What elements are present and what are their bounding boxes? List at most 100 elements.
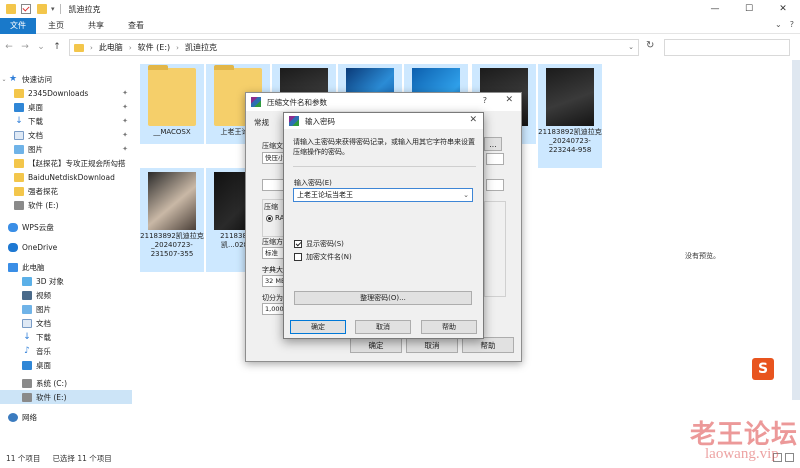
ribbon-tabs: 文件 主页 共享 查看 ⌄ ? (0, 17, 800, 34)
address-bar[interactable]: › 此电脑 › 软件 (E:) › 凯迪拉克 ⌄ (69, 39, 639, 56)
nav-item-documents[interactable]: 文档 ✦ (0, 128, 132, 142)
up-arrow-icon[interactable]: ↑ (50, 42, 64, 52)
file-item[interactable]: 21183892凯迪拉克_20240723-223244-958 (538, 64, 602, 168)
password-label: 输入密码(E) (294, 179, 332, 187)
nav-item-drive-e-quick[interactable]: 软件 (E:) (0, 198, 132, 212)
tab-home[interactable]: 主页 (36, 18, 76, 34)
preview-scrollbar[interactable] (792, 60, 800, 400)
minimize-button[interactable]: — (698, 0, 732, 18)
window-title: 凯迪拉克 (68, 4, 101, 14)
nav-item-drive-e[interactable]: 软件 (E:) (0, 390, 132, 404)
pin-icon: ✦ (122, 145, 128, 153)
nav-item-drive-c[interactable]: 系统 (C:) (0, 376, 132, 390)
chevron-down-icon[interactable]: ⌄ (0, 76, 8, 83)
tab-file[interactable]: 文件 (0, 17, 36, 34)
desktop-icon (14, 102, 24, 112)
new-folder-icon[interactable] (37, 4, 47, 14)
recent-locations-icon[interactable]: ⌄ (34, 42, 48, 52)
help-button[interactable]: 帮助 (421, 320, 477, 334)
quick-access-toolbar-dropdown-icon[interactable]: ▾ (51, 5, 55, 13)
refresh-icon[interactable]: ↻ (646, 40, 654, 51)
help-icon[interactable]: ? (483, 96, 487, 105)
nav-item-onedrive[interactable]: OneDrive (0, 240, 132, 254)
download-icon: ↓ (23, 331, 31, 342)
encrypt-filenames-label[interactable]: 加密文件名(N) (306, 252, 352, 262)
video-thumbnail (546, 68, 594, 126)
encrypt-filenames-checkbox[interactable] (294, 253, 302, 261)
organize-passwords-button[interactable]: 整理密码(O)... (294, 291, 472, 305)
pin-icon: ✦ (122, 117, 128, 125)
pin-icon: ✦ (122, 103, 128, 111)
nav-item-videos[interactable]: 视频 (0, 288, 132, 302)
expand-ribbon-icon[interactable]: ⌄ (775, 20, 782, 29)
nav-item-pc-pictures[interactable]: 图片 (0, 302, 132, 316)
nav-item-pc-desktop[interactable]: 桌面 (0, 358, 132, 372)
file-item[interactable]: __MACOSX (140, 64, 204, 144)
show-password-checkbox[interactable] (294, 240, 302, 248)
close-icon[interactable]: ✕ (469, 115, 477, 125)
tab-view[interactable]: 查看 (116, 18, 156, 34)
close-icon[interactable]: ✕ (505, 95, 513, 105)
nav-item-recent-2[interactable]: BaiduNetdiskDownload (0, 170, 132, 184)
nav-item-pictures[interactable]: 图片 ✦ (0, 142, 132, 156)
ok-button[interactable]: 确定 (350, 337, 402, 353)
dialog-title: 压缩文件名和参数 (267, 97, 327, 107)
drive-icon (22, 378, 32, 388)
cancel-button[interactable]: 取消 (406, 337, 458, 353)
nav-item-network[interactable]: 网络 (0, 410, 132, 424)
nav-item-downloads[interactable]: ↓ 下载 ✦ (0, 114, 132, 128)
breadcrumb-drive-e[interactable]: 软件 (E:) (138, 42, 171, 53)
drive-icon (22, 392, 32, 402)
split-volume-field[interactable]: 1,000 (262, 303, 284, 315)
help-button[interactable]: 帮助 (462, 337, 514, 353)
network-icon (8, 412, 18, 422)
nav-item-desktop[interactable]: 桌面 ✦ (0, 100, 132, 114)
nav-item-music[interactable]: ♪ 音乐 (0, 344, 132, 358)
search-input[interactable] (664, 39, 790, 56)
password-input[interactable]: 上老王论坛当老王 ⌄ (293, 188, 473, 202)
breadcrumb-folder[interactable]: 凯迪拉克 (185, 42, 217, 53)
file-item[interactable]: 21183892凯迪拉克_20240723-231507-355 (140, 168, 204, 272)
format-dropdown[interactable] (262, 179, 284, 191)
nav-item-recent-1[interactable]: 【赵探花】专攻正规会所勾搭 (0, 156, 132, 170)
ok-button[interactable]: 确定 (290, 320, 346, 334)
breadcrumb-this-pc[interactable]: 此电脑 (99, 42, 123, 53)
folder-icon (6, 4, 16, 14)
help-icon[interactable]: ? (790, 20, 794, 29)
forward-arrow-icon[interactable]: → (18, 42, 32, 52)
large-icons-view-icon[interactable] (785, 453, 794, 462)
nav-item-2345downloads[interactable]: 2345Downloads ✦ (0, 86, 132, 100)
sogou-ime-icon[interactable]: S (752, 358, 774, 380)
maximize-button[interactable]: ☐ (732, 0, 766, 18)
cancel-button[interactable]: 取消 (355, 320, 411, 334)
show-password-label[interactable]: 显示密码(S) (306, 239, 344, 249)
download-icon: ↓ (15, 115, 23, 126)
nav-item-this-pc[interactable]: 此电脑 (0, 260, 132, 274)
nav-item-wps[interactable]: WPS云盘 (0, 220, 132, 234)
tab-share[interactable]: 共享 (76, 18, 116, 34)
options-dropdown[interactable] (486, 179, 504, 191)
nav-quick-access[interactable]: ⌄ ★ 快速访问 (0, 72, 132, 86)
archive-name-field[interactable]: 快压小 (262, 152, 284, 164)
browse-button[interactable]: ... (484, 137, 502, 151)
picture-icon (14, 144, 24, 154)
close-button[interactable]: ✕ (766, 0, 800, 18)
back-arrow-icon[interactable]: ← (2, 42, 16, 52)
nav-item-pc-documents[interactable]: 文档 (0, 316, 132, 330)
nav-item-pc-downloads[interactable]: ↓ 下载 (0, 330, 132, 344)
status-bar: 11 个项目 已选择 11 个项目 (0, 448, 800, 468)
chevron-down-icon[interactable]: ⌄ (463, 189, 469, 201)
dictionary-size-dropdown[interactable]: 32 MB (262, 275, 284, 287)
properties-icon[interactable] (21, 4, 31, 14)
selection-count: 已选择 11 个项目 (52, 453, 112, 463)
dialog-title: 输入密码 (305, 116, 335, 126)
nav-item-recent-3[interactable]: 强者探花 (0, 184, 132, 198)
update-mode-dropdown[interactable] (486, 153, 504, 165)
nav-item-3d[interactable]: 3D 对象 (0, 274, 132, 288)
item-count: 11 个项目 (6, 453, 41, 463)
chevron-down-icon[interactable]: ⌄ (628, 43, 634, 51)
compression-method-dropdown[interactable]: 标准 (262, 247, 284, 259)
rar-radio[interactable] (266, 215, 273, 222)
folder-icon (148, 65, 196, 126)
tab-general[interactable]: 常规 (254, 117, 269, 128)
